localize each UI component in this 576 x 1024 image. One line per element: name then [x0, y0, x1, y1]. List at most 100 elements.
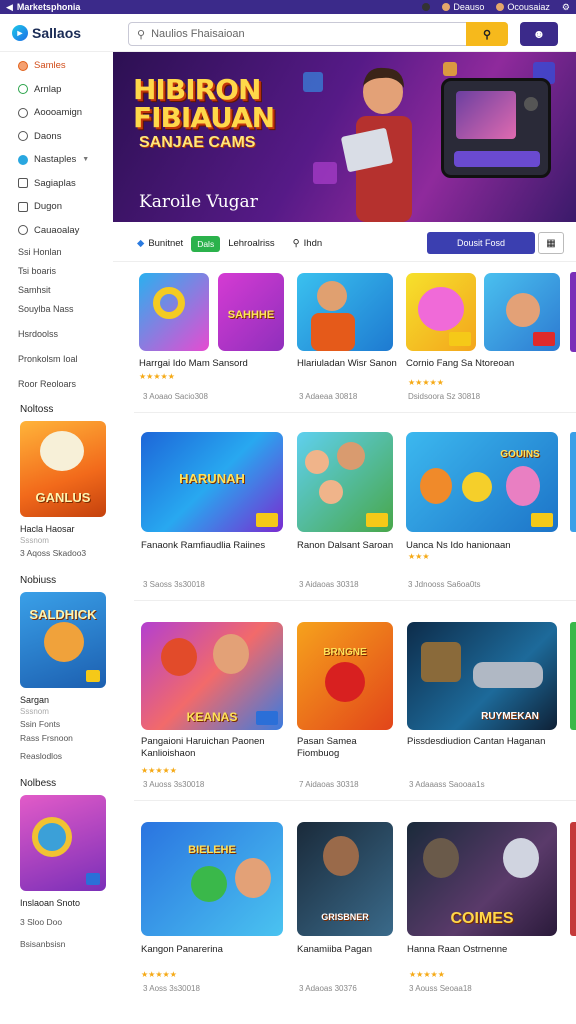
game-thumb[interactable]: RUYMEKAN [407, 622, 557, 730]
game-thumb[interactable]: HARUNAH [141, 432, 283, 532]
shield-icon [18, 154, 28, 165]
search-input[interactable]: Naulios Fhaisaioan [151, 28, 245, 40]
primary-action-button[interactable]: Dousit Fosd [427, 232, 535, 254]
decor-cube [313, 162, 337, 184]
search-icon: ⚲ [137, 28, 146, 41]
filter-chip-network[interactable]: ◆ Bunitnet [137, 238, 183, 249]
character-art [418, 287, 464, 331]
game-thumb[interactable]: GRISBNER [297, 822, 393, 936]
tv-knob [524, 97, 538, 111]
sidebar-subitem[interactable]: Hsrdoolss [0, 324, 112, 343]
sidebar-section-heading: Nobiuss [20, 574, 57, 586]
filter-chip-label: Ihdn [303, 238, 323, 249]
game-title[interactable]: Pissdesdiudion Cantan Haganan [407, 736, 557, 748]
game-title[interactable]: Cornio Fang Sa Ntoreoan [406, 358, 556, 370]
game-thumb-label: SAHHHE [227, 309, 275, 321]
game-thumb[interactable]: BIELEHE [141, 822, 283, 936]
user-button[interactable]: ☻ [520, 22, 558, 46]
grid-icon [18, 178, 28, 189]
sidebar-item-wishlist[interactable]: Dugon [0, 195, 112, 219]
sidebar-game-footer: Ssin Fonts [20, 719, 61, 729]
sidebar-game-card[interactable] [20, 795, 106, 891]
rating-stars: ★★★ [408, 552, 430, 561]
game-thumb[interactable] [297, 432, 393, 532]
hero-tv-art [441, 78, 551, 178]
game-thumb[interactable] [297, 273, 393, 351]
game-thumb[interactable] [139, 273, 209, 351]
game-thumb[interactable]: KEANAS [141, 622, 283, 730]
peek-thumb[interactable] [570, 622, 576, 730]
sidebar-item-label: Aoooamign [34, 107, 83, 119]
character-art [319, 480, 343, 504]
sidebar-item-label: Cauaoalay [34, 224, 80, 236]
game-title[interactable]: Harrgai Ido Mam Sansord [139, 358, 289, 370]
game-title[interactable]: Ranon Dalsant Saroan [297, 540, 397, 552]
badge-icon [86, 670, 100, 682]
sidebar-subitem[interactable]: Souylba Nass [0, 299, 112, 318]
sidebar-item-library[interactable]: Sagiaplas [0, 172, 112, 196]
character-art [503, 838, 539, 878]
filter-chip-sort[interactable]: Lehroalriss [228, 238, 274, 249]
hero-banner[interactable]: HIBIRON FIBIAUAN SANJAE CAMS Karoile Vug… [113, 52, 576, 222]
character-art [323, 836, 359, 876]
sidebar-subitem[interactable]: Roor Reoloars [0, 374, 112, 393]
game-title[interactable]: Hanna Raan Ostrnenne [407, 944, 557, 956]
game-thumb[interactable]: GOUINS [406, 432, 558, 532]
settings-icon[interactable]: ⚙ [562, 2, 570, 13]
sidebar-item-community[interactable]: Cauaoalay [0, 219, 112, 243]
filter-chip-label: Lehroalriss [228, 238, 275, 249]
sidebar-subitem[interactable]: Ssi Honlan [0, 242, 112, 261]
sidebar-item-games[interactable]: Samles [0, 54, 112, 78]
sidebar-item-label: Sagiaplas [34, 177, 76, 189]
flame-icon [18, 60, 28, 71]
game-thumb[interactable]: SAHHHE [218, 273, 284, 351]
game-thumb[interactable] [484, 273, 560, 351]
character-art [420, 468, 452, 504]
chevron-down-icon[interactable]: ▼ [82, 156, 89, 163]
profile-chip[interactable]: Ocousaiaz [496, 2, 550, 12]
peek-thumb[interactable] [570, 432, 576, 532]
user-icon: ☻ [532, 27, 546, 41]
game-title[interactable]: Kangon Panarerina [141, 944, 291, 956]
sidebar-item-account[interactable]: Aoooamign [0, 101, 112, 125]
rating-stars: ★★★★★ [408, 378, 444, 387]
avatar-icon [442, 3, 451, 11]
back-arrow-icon[interactable]: ◀ [6, 2, 13, 13]
rating-stars: ★★★★★ [141, 970, 177, 979]
account-chip[interactable]: Deauso [442, 2, 484, 12]
sidebar-subitem[interactable]: Pronkolsm Ioal [0, 349, 112, 368]
hero-title-line: FIBIAUAN [133, 101, 275, 134]
game-title[interactable]: Fanaonk Ramfiaudlia Raiines [141, 540, 281, 552]
character-art [506, 466, 540, 506]
character-art [40, 431, 84, 471]
sidebar-subitem[interactable]: Tsi boaris [0, 261, 112, 280]
peek-thumb[interactable] [570, 272, 576, 352]
character-art [506, 293, 540, 327]
game-title[interactable]: Uanca Ns Ido hanionaan [406, 540, 556, 552]
game-thumb[interactable]: BRNGNE [297, 622, 393, 730]
game-title[interactable]: Pangaioni Haruichan Paonen Kanlioishaon [141, 736, 291, 760]
sidebar-game-card[interactable]: GANLUS [20, 421, 106, 517]
game-thumb[interactable] [406, 273, 476, 351]
sidebar-game-meta: Sssnom [20, 707, 49, 716]
filter-chip-search[interactable]: ⚲ Ihdn [293, 238, 322, 249]
sidebar-bottom-link[interactable]: Bsisanbsisn [0, 937, 112, 951]
peek-thumb[interactable] [570, 822, 576, 936]
game-thumb[interactable]: COIMES [407, 822, 557, 936]
search-button[interactable]: ⚲ [466, 22, 508, 46]
sidebar-card-title: SALDHICK [29, 607, 97, 622]
filter-chip-deals[interactable]: Dals [191, 235, 221, 252]
logo[interactable]: ► Sallaos [12, 24, 81, 41]
sidebar-subitem[interactable]: Samhsit [0, 280, 112, 299]
layout-toggle-button[interactable]: ▦ [538, 232, 564, 254]
game-title[interactable]: Kanamiiba Pagan [297, 944, 397, 956]
search-bar[interactable]: ⚲ Naulios Fhaisaioan ⚲ [128, 22, 508, 46]
game-title[interactable]: Pasan Samea Fiombuog [297, 736, 397, 760]
avatar[interactable] [422, 3, 431, 11]
sidebar-item-deals[interactable]: Daons [0, 125, 112, 149]
sidebar-item-apps[interactable]: Arnlap [0, 78, 112, 102]
game-title[interactable]: Hlariuladan Wisr Sanon [297, 358, 397, 370]
sidebar-item-categories[interactable]: Nastaples ▼ [0, 148, 112, 172]
sidebar-game-card[interactable]: SALDHICK [20, 592, 106, 688]
badge-icon [531, 513, 553, 527]
